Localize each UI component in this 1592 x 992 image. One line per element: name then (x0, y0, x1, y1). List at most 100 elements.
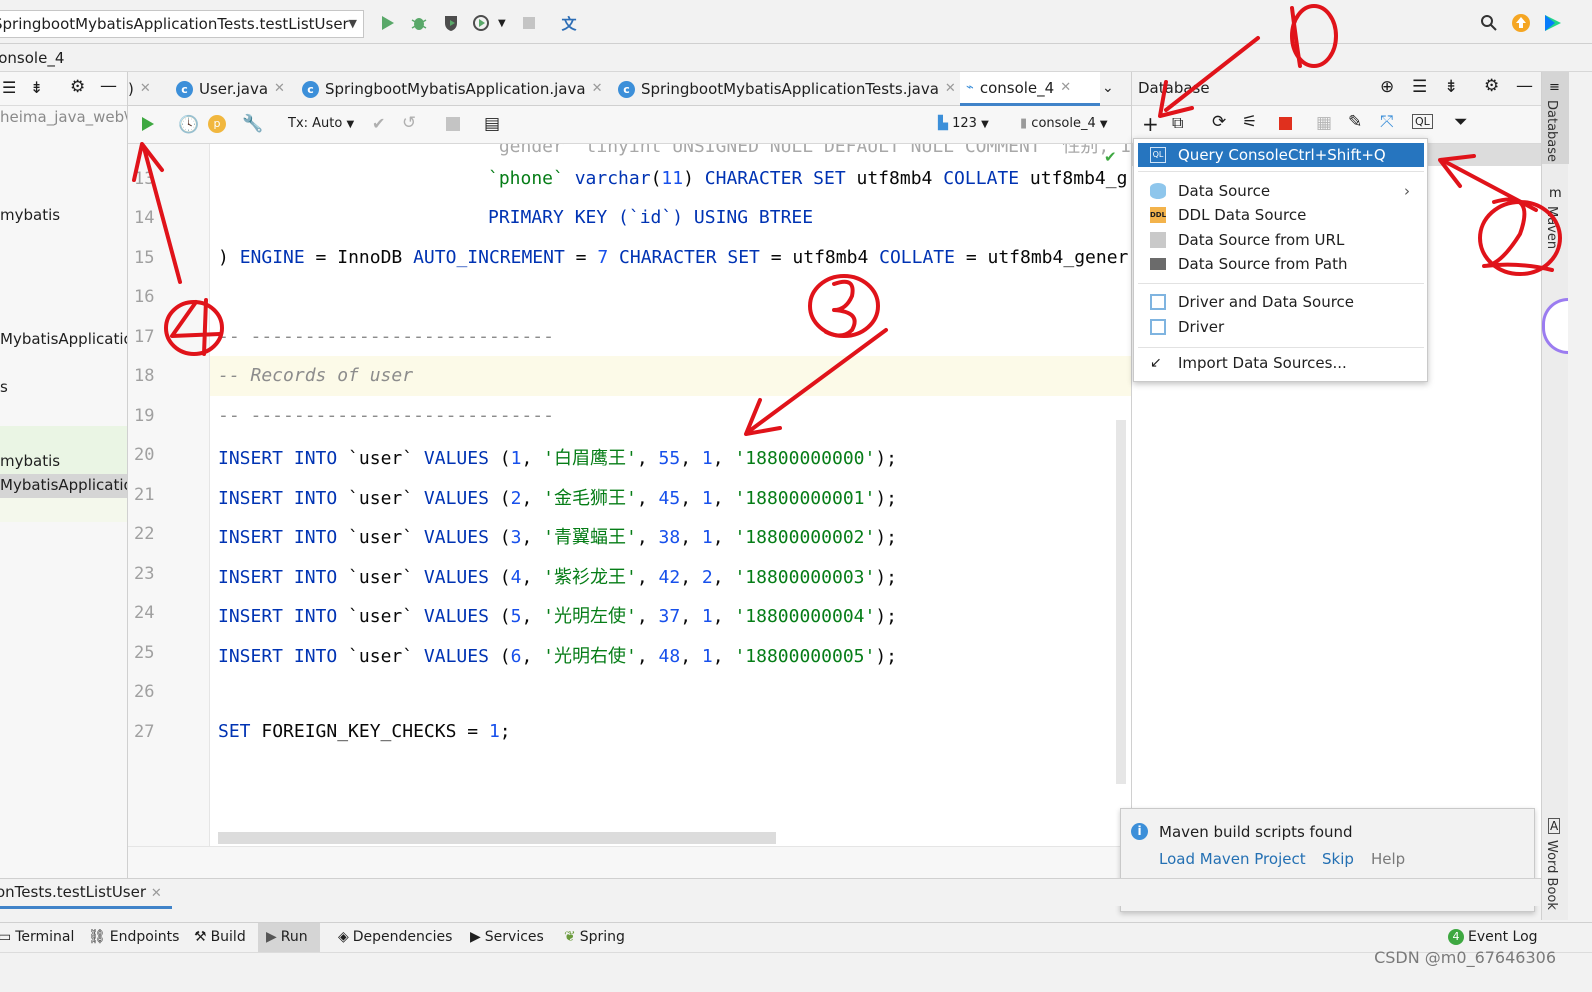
filter-icon[interactable]: ⏷ (1454, 112, 1468, 132)
code-line: SET FOREIGN_KEY_CHECKS = 1; (218, 721, 511, 742)
tool-services[interactable]: ▶ Services (470, 929, 544, 945)
assistant-icon[interactable] (1542, 298, 1568, 354)
tree-highlight (0, 498, 127, 522)
wrench-icon[interactable]: 🔧 (242, 114, 263, 134)
tree-item[interactable]: s (0, 378, 8, 396)
tab-application-tests-java[interactable]: c SpringbootMybatisApplicationTests.java ✕ (612, 72, 962, 106)
copy-icon[interactable]: ⧉ (1172, 113, 1183, 133)
tool-run[interactable]: ▶ Run (266, 929, 308, 945)
minimize-icon[interactable]: — (100, 76, 117, 96)
tab-application-java[interactable]: c SpringbootMybatisApplication.java ✕ (296, 72, 608, 106)
tool-event-log[interactable]: 4 Event Log (1448, 929, 1538, 945)
close-icon[interactable]: ✕ (274, 72, 285, 106)
collapse-all-icon[interactable]: ⇟ (1444, 77, 1458, 97)
tool-endpoints[interactable]: ⛓ Endpoints (88, 929, 179, 945)
chevron-down-icon[interactable]: ▼ (498, 18, 506, 29)
search-icon[interactable] (1478, 12, 1500, 34)
toolbox-icon[interactable] (1542, 12, 1564, 34)
editor-footer (128, 846, 1131, 878)
stop-icon[interactable] (1279, 117, 1292, 130)
refresh-icon[interactable]: ⟳ (1212, 112, 1226, 132)
load-maven-project-link[interactable]: Load Maven Project (1159, 850, 1306, 868)
run-icon[interactable] (376, 12, 398, 34)
translate-icon[interactable]: 文 (558, 12, 580, 34)
close-icon[interactable]: ✕ (945, 72, 956, 106)
history-icon[interactable]: 🕓 (178, 115, 199, 135)
tool-window-word-book[interactable]: Word Book (1544, 840, 1559, 910)
expand-all-icon[interactable]: ☰ (2, 78, 16, 97)
gear-icon[interactable]: ⚙ (70, 77, 85, 97)
coverage-icon[interactable] (440, 12, 462, 34)
tree-item-selected[interactable]: MybatisApplicationTests (0, 476, 127, 494)
minimize-icon[interactable]: — (1516, 76, 1533, 96)
close-icon[interactable]: ✕ (140, 72, 151, 106)
class-icon: c (302, 80, 319, 98)
tool-window-database[interactable]: Database (1544, 100, 1559, 162)
table-icon[interactable]: ▦ (1316, 113, 1332, 133)
tree-item[interactable]: MybatisApplication (0, 330, 127, 348)
menu-item-data-source-path[interactable]: Data Source from Path (1138, 252, 1424, 276)
close-icon[interactable]: ✕ (592, 72, 603, 106)
sql-editor[interactable]: `gender` tinyint UNSIGNED NULL DEFAULT N… (128, 144, 1131, 846)
update-icon[interactable] (1510, 12, 1532, 34)
expand-all-icon[interactable]: ☰ (1412, 77, 1427, 97)
line-number: 16 (134, 287, 155, 307)
edit-icon[interactable]: ✎ (1348, 112, 1362, 132)
skip-link[interactable]: Skip (1322, 850, 1354, 868)
tree-item[interactable]: mybatis (0, 206, 60, 224)
commit-icon[interactable]: ✔ (372, 114, 385, 133)
target-icon[interactable]: ⊕ (1380, 77, 1394, 97)
jump-icon[interactable]: ⤧ (1380, 112, 1394, 132)
collapse-all-icon[interactable]: ⇟ (30, 78, 43, 97)
close-icon[interactable]: ✕ (1060, 71, 1071, 105)
menu-item-ddl-data-source[interactable]: DDL DDL Data Source (1138, 203, 1424, 227)
transaction-mode-select[interactable]: Tx: Auto ▼ (288, 116, 354, 131)
tool-dependencies[interactable]: ◈ Dependencies (338, 929, 452, 945)
tab-console[interactable]: ⌁ console_4 ✕ (960, 72, 1100, 106)
hammer-icon: ⚒ (194, 929, 207, 945)
menu-item-data-source-url[interactable]: Data Source from URL (1138, 228, 1424, 252)
tree-item[interactable]: mybatis (0, 452, 60, 470)
breadcrumb-item[interactable]: console_4 (0, 49, 64, 67)
url-icon (1150, 232, 1166, 248)
output-table-icon[interactable]: ▤ (484, 114, 500, 134)
console-toolbar: 🕓 p 🔧 Tx: Auto ▼ ✔ ↺ ▤ ▙ 123 ▼ ▮ console… (128, 106, 1131, 144)
menu-item-query-console[interactable]: QL Query Console Ctrl+Shift+Q (1138, 143, 1424, 167)
vertical-scrollbar[interactable] (1116, 420, 1126, 784)
endpoints-icon: ⛓ (88, 929, 106, 945)
menu-item-data-source[interactable]: Data Source › (1138, 179, 1424, 203)
execute-icon[interactable] (140, 116, 156, 136)
tab-previous[interactable]: ) ✕ (122, 72, 157, 106)
database-icon: ≡ (1549, 80, 1560, 95)
run-panel-tabs: onTests.testListUser ✕ (0, 878, 1541, 909)
schema-icon[interactable]: ⚟ (1242, 112, 1257, 132)
session-select[interactable]: ▮ console_4 ▼ (1020, 116, 1108, 131)
menu-separator (1138, 171, 1424, 172)
tool-spring[interactable]: ❦ Spring (564, 929, 625, 945)
run-configuration-select[interactable]: SpringbootMybatisApplicationTests.testLi… (0, 10, 364, 38)
gear-icon[interactable]: ⚙ (1484, 76, 1499, 96)
result-limit-select[interactable]: ▙ 123 ▼ (938, 116, 989, 131)
stop-icon[interactable] (446, 117, 460, 131)
tab-user-java[interactable]: c User.java ✕ (170, 72, 291, 106)
help-link[interactable]: Help (1371, 850, 1405, 868)
tool-window-maven[interactable]: Maven (1544, 206, 1559, 249)
stop-icon[interactable] (518, 12, 540, 34)
profiler-icon[interactable]: p (208, 115, 226, 133)
menu-item-import-data-sources[interactable]: ↙ Import Data Sources... (1138, 351, 1424, 375)
run-tab[interactable]: onTests.testListUser ✕ (0, 883, 162, 901)
horizontal-scrollbar[interactable] (218, 832, 776, 844)
tool-terminal[interactable]: ▭ Terminal (0, 929, 74, 945)
close-icon[interactable]: ✕ (151, 886, 162, 901)
tool-build[interactable]: ⚒ Build (194, 929, 246, 945)
class-icon: c (176, 80, 193, 98)
menu-item-driver[interactable]: Driver (1138, 315, 1424, 339)
check-icon: ✔ (1104, 148, 1117, 166)
debug-icon[interactable] (408, 12, 430, 34)
query-console-icon[interactable]: QL (1412, 114, 1433, 129)
menu-item-driver-and-data-source[interactable]: Driver and Data Source (1138, 290, 1424, 314)
profile-icon[interactable] (470, 12, 492, 34)
add-icon[interactable]: + (1142, 112, 1159, 136)
chevron-down-icon[interactable]: ⌄ (1102, 80, 1114, 96)
rollback-icon[interactable]: ↺ (402, 113, 416, 133)
